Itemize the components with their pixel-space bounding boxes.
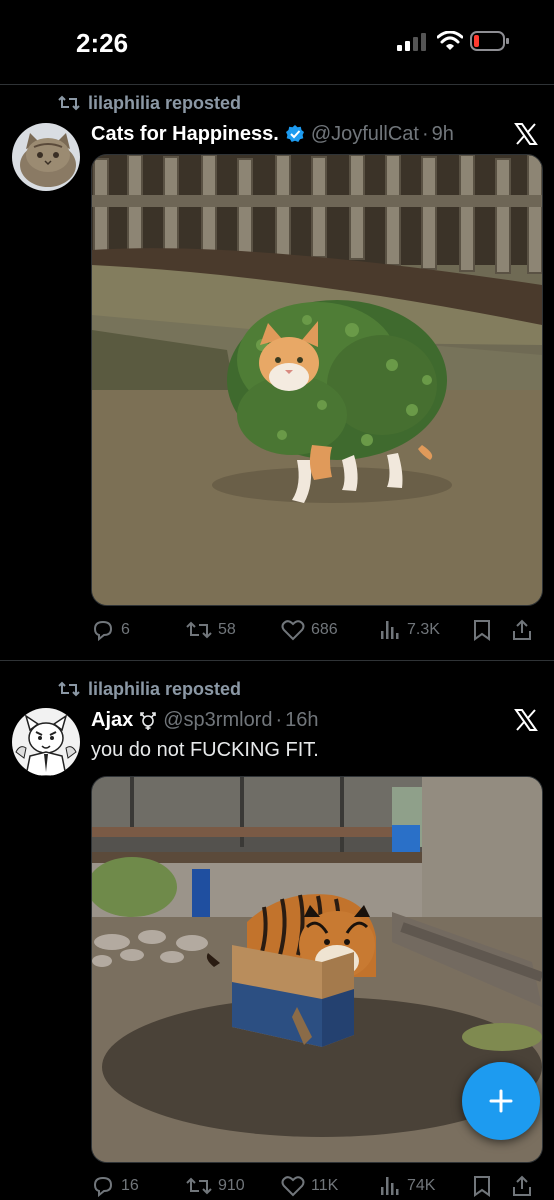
reply-button[interactable]: 6 bbox=[91, 616, 130, 644]
post-header: Cats for Happiness. @JoyfullCat · 9h bbox=[91, 119, 454, 149]
like-count: 11K bbox=[311, 1177, 339, 1194]
repost-icon bbox=[58, 95, 80, 111]
avatar[interactable] bbox=[12, 123, 80, 191]
like-count: 686 bbox=[311, 621, 338, 638]
repost-button[interactable]: 58 bbox=[186, 616, 236, 644]
tweet-text: you do not FUCKING FIT. bbox=[91, 739, 319, 761]
like-button[interactable]: 686 bbox=[281, 616, 338, 644]
reply-icon bbox=[93, 1176, 113, 1198]
view-count: 7.3K bbox=[407, 621, 440, 638]
post-age: 9h bbox=[431, 122, 454, 145]
repost-count: 58 bbox=[218, 621, 236, 638]
cat-avatar-image bbox=[12, 123, 80, 191]
post-actions: 6 58 686 7.3K bbox=[91, 616, 541, 644]
bookmark-button[interactable] bbox=[472, 616, 498, 644]
x-logo-icon bbox=[514, 123, 538, 145]
repost-label: lilaphilia reposted bbox=[88, 92, 242, 113]
like-icon bbox=[281, 1176, 305, 1197]
cellular-signal-icon bbox=[397, 33, 426, 51]
post-age: 16h bbox=[285, 708, 319, 731]
drawn-character-avatar-image bbox=[12, 708, 80, 776]
like-icon bbox=[281, 620, 305, 641]
wifi-icon bbox=[437, 31, 463, 50]
reply-button[interactable]: 16 bbox=[91, 1172, 139, 1200]
handle[interactable]: @sp3rmlord bbox=[163, 709, 272, 732]
reply-count: 16 bbox=[121, 1177, 139, 1194]
share-icon bbox=[513, 619, 531, 640]
avatar[interactable] bbox=[12, 708, 80, 776]
repost-label: lilaphilia reposted bbox=[88, 678, 242, 699]
reply-icon bbox=[93, 620, 113, 642]
status-bar: 2:26 bbox=[0, 0, 554, 84]
compose-button[interactable] bbox=[462, 1062, 540, 1140]
display-name[interactable]: Ajax bbox=[91, 709, 133, 732]
reply-count: 6 bbox=[121, 621, 130, 638]
post-header: Ajax @sp3rmlord · 16h bbox=[91, 705, 319, 735]
repost-button[interactable]: 910 bbox=[186, 1172, 245, 1200]
handle[interactable]: @JoyfullCat bbox=[311, 123, 419, 146]
battery-icon bbox=[470, 31, 509, 51]
view-count: 74K bbox=[407, 1177, 436, 1194]
repost-icon bbox=[58, 681, 80, 697]
share-button[interactable] bbox=[511, 1172, 539, 1200]
bookmark-icon bbox=[474, 1176, 490, 1197]
divider bbox=[0, 84, 554, 85]
plus-icon bbox=[489, 1089, 513, 1113]
separator: · bbox=[275, 708, 283, 731]
share-button[interactable] bbox=[511, 616, 539, 644]
x-logo-icon bbox=[514, 709, 538, 731]
repost-indicator: lilaphilia reposted bbox=[58, 91, 241, 115]
repost-count: 910 bbox=[218, 1177, 245, 1194]
verified-badge-icon bbox=[285, 125, 304, 142]
views-button[interactable]: 74K bbox=[379, 1172, 435, 1200]
repost-icon bbox=[186, 1177, 212, 1195]
divider bbox=[0, 660, 554, 661]
share-icon bbox=[513, 1175, 531, 1196]
bookmark-icon bbox=[474, 620, 490, 641]
separator: · bbox=[421, 122, 429, 145]
post-actions: 16 910 11K 74K bbox=[91, 1172, 541, 1200]
status-time: 2:26 bbox=[76, 28, 129, 58]
views-icon bbox=[381, 621, 399, 639]
repost-indicator: lilaphilia reposted bbox=[58, 677, 241, 701]
views-button[interactable]: 7.3K bbox=[379, 616, 440, 644]
gender-symbol-icon bbox=[140, 712, 157, 730]
like-button[interactable]: 11K bbox=[281, 1172, 338, 1200]
views-icon bbox=[381, 1177, 399, 1195]
cat-in-bush-photo bbox=[92, 155, 542, 605]
bookmark-button[interactable] bbox=[472, 1172, 498, 1200]
post-image[interactable] bbox=[91, 154, 543, 606]
display-name[interactable]: Cats for Happiness. bbox=[91, 123, 279, 146]
repost-icon bbox=[186, 621, 212, 639]
